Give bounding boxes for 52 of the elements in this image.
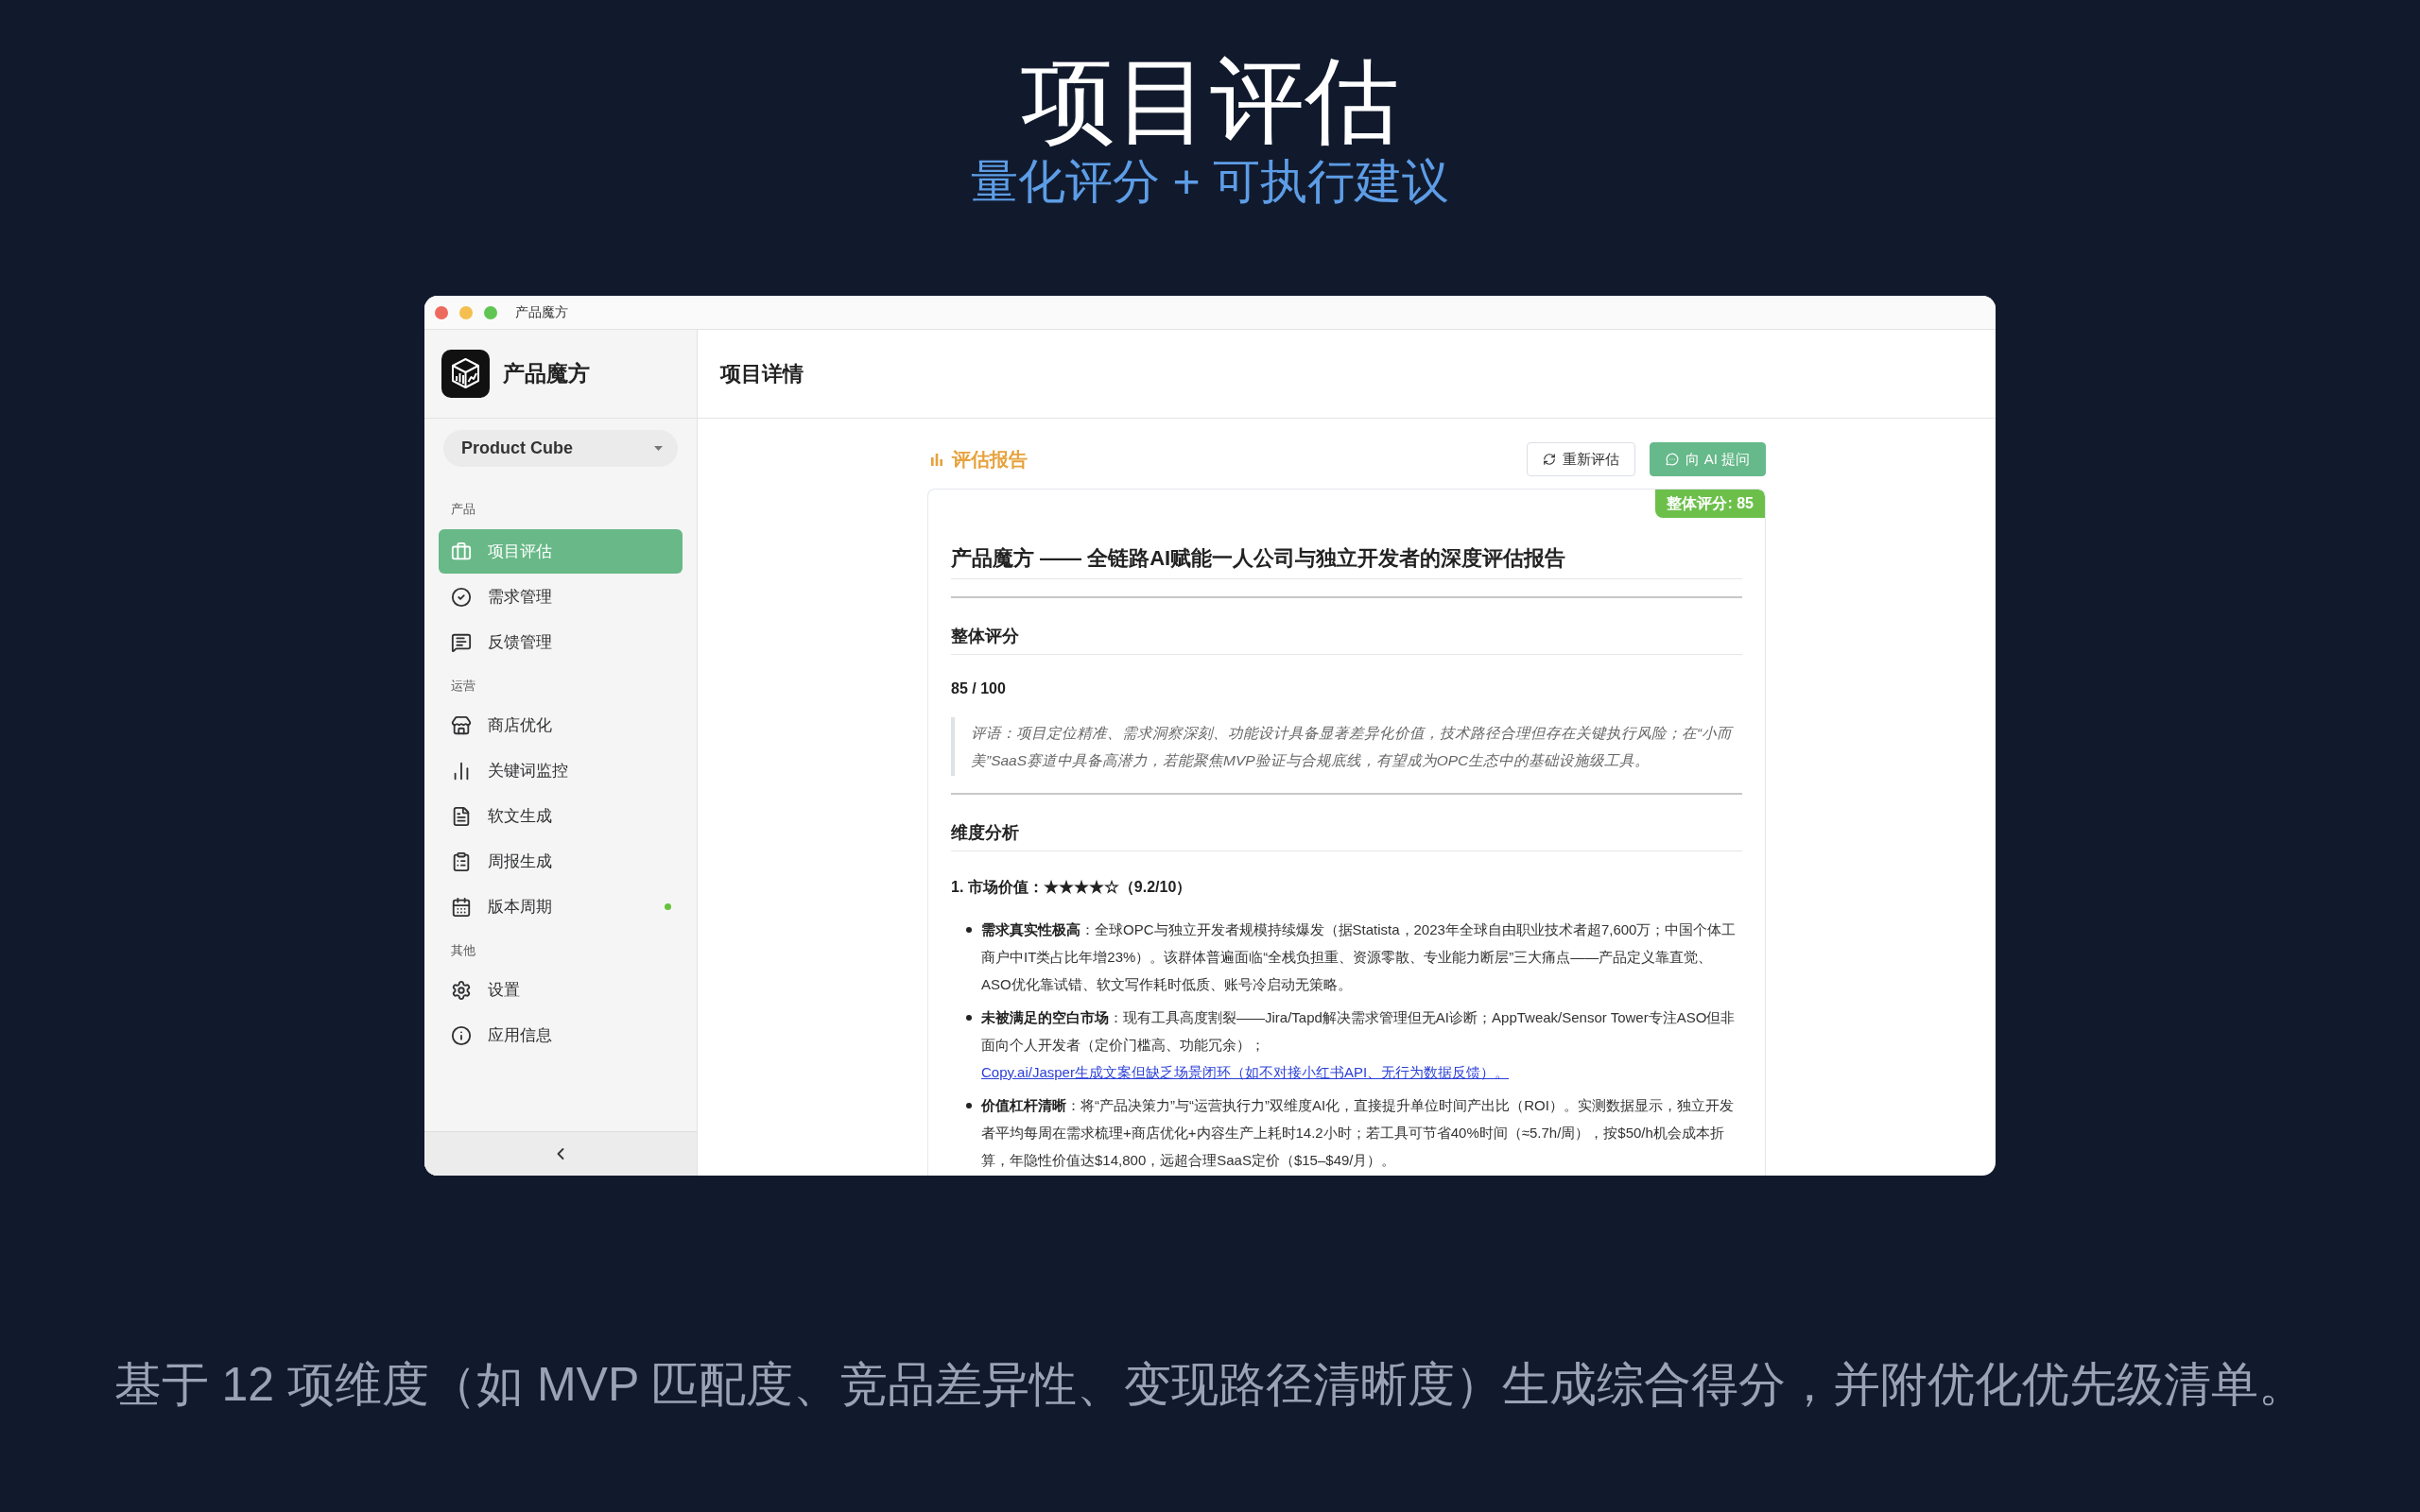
clipboard-list-icon bbox=[451, 850, 472, 872]
dimension-heading: 1. 市场价值：★★★★☆（9.2/10） bbox=[951, 878, 1193, 897]
section-label: 运营 bbox=[450, 678, 476, 695]
sidebar-item[interactable]: 版本周期 bbox=[439, 885, 683, 929]
slide-title: 项目评估 bbox=[1021, 48, 1399, 152]
caret-icon bbox=[654, 446, 663, 451]
bullet-icon bbox=[966, 1014, 972, 1021]
text-link[interactable]: Copy.ai/Jasper生成文案但缺乏场景闭环（如不对接小红书API、无行为数据反馈）。 bbox=[981, 1064, 1510, 1080]
chat-bubble-icon bbox=[1666, 453, 1680, 466]
briefcase-icon bbox=[451, 541, 472, 562]
bullet-text: 价值杠杆清晰：将“产品决策力”与“运营执行力”双维度AI化，直接提升单位时间产出比（ROI）。实测数据显示，独立开发者平均每周在需求梳理+商店优化+内容生产上耗时14.2小时；若工具可节省40%时间（≈5.7h/周），按$50/h机会成本折算，年隐性价值达$14,800，远超合理SaaS定价（$15–$49/月）。 bbox=[981, 1096, 1735, 1170]
sidebar-item[interactable]: 周报生成 bbox=[439, 839, 683, 884]
slide-caption: 基于 12 项维度（如 MVP 匹配度、竞品差异性、变现路径清晰度）生成综合得分，并附优化优先级清单。 bbox=[113, 1357, 2307, 1413]
settings-icon bbox=[451, 979, 472, 1001]
sidebar-item[interactable]: 软文生成 bbox=[439, 794, 683, 838]
cube-logo-icon bbox=[441, 350, 490, 398]
sidebar-item[interactable]: 商店优化 bbox=[439, 703, 683, 747]
report-label: 评估报告 bbox=[952, 447, 1028, 472]
info-icon bbox=[451, 1024, 472, 1046]
bullet-icon bbox=[966, 926, 972, 933]
score-value: 85 / 100 bbox=[951, 679, 1007, 698]
maximize-button[interactable] bbox=[484, 305, 497, 319]
sidebar-item[interactable]: 设置 bbox=[439, 968, 683, 1012]
bullet-text: 需求真实性极高：全球OPC与独立开发者规模持续爆发（据Statista，2023年全球自由职业技术者超7,600万；中国个体工商户中IT类占比年增23%）。该群体普遍面临“全栈负担重、资源零散、专业能力断层”三大痛点——产品定义靠直觉、ASO优化靠试错、软文写作耗时低质、账号冷启动无策略。 bbox=[981, 920, 1737, 994]
bullet-text: 未被满足的空白市场：现有工具高度割裂——Jira/Tapd解决需求管理但无AI诊断；AppTweak/Sensor Tower专注ASO但非面向个人开发者（定价门槛高、功能冗余）； Copy.ai/Jasper生成文案但缺乏场景闭环（如不对接小红书API、无行为数据反馈）。 bbox=[981, 1008, 1737, 1082]
close-button[interactable] bbox=[435, 305, 448, 319]
minimize-button[interactable] bbox=[459, 305, 473, 319]
section-heading: 整体评分 bbox=[951, 623, 1742, 655]
bar-chart-icon bbox=[931, 453, 942, 466]
window-title: 产品魔方 bbox=[515, 303, 568, 321]
section-heading: 维度分析 bbox=[951, 819, 1742, 851]
section-label: 其他 bbox=[450, 942, 476, 959]
sidebar-item[interactable]: 反馈管理 bbox=[439, 620, 683, 664]
store-icon bbox=[451, 714, 472, 736]
sidebar-item[interactable]: 需求管理 bbox=[439, 575, 683, 619]
sidebar-item[interactable]: 关键词监控 bbox=[439, 748, 683, 793]
slide-subtitle: 量化评分 + 可执行建议 bbox=[970, 154, 1450, 210]
collapse-sidebar-button[interactable] bbox=[424, 1131, 697, 1176]
re-evaluate-button[interactable]: 重新评估 bbox=[1527, 442, 1636, 476]
report-title: 产品魔方 —— 全链路AI赋能一人公司与独立开发者的深度评估报告 bbox=[951, 543, 1742, 579]
refresh-icon bbox=[1543, 453, 1557, 466]
document-icon bbox=[451, 805, 472, 827]
calendar-icon bbox=[451, 896, 472, 918]
section-label: 产品 bbox=[450, 501, 476, 518]
score-badge: 整体评分: 85 bbox=[1655, 490, 1765, 518]
app-name: 产品魔方 bbox=[503, 360, 590, 387]
review-quote: 评语：项目定位精准、需求洞察深刻、功能设计具备显著差异化价值，技术路径合理但存在关键执行风险；在“小而美”SaaS赛道中具备高潜力，若能聚焦MVP验证与合规底线，有望成为OPC生态中的基础设施级工具。 bbox=[951, 717, 1742, 776]
bullet-icon bbox=[966, 1102, 972, 1108]
project-select[interactable]: Product Cube bbox=[443, 430, 678, 467]
sidebar-item[interactable]: 应用信息 bbox=[439, 1013, 683, 1057]
check-circle-icon bbox=[451, 586, 472, 608]
page-heading: 项目详情 bbox=[720, 360, 804, 387]
